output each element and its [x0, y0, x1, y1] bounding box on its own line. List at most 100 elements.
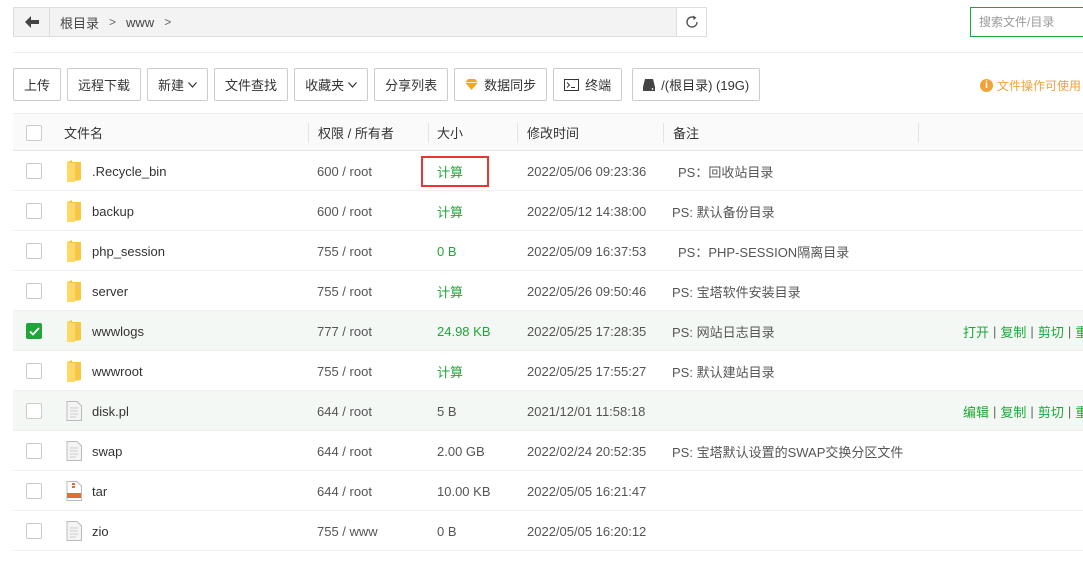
action-separator: | — [1067, 323, 1072, 339]
table-row[interactable]: .Recycle_bin 600 / root 计算 2022/05/06 09:23… — [13, 151, 1083, 191]
file-note[interactable]: PS: 默认建站目录 — [672, 351, 775, 391]
row-action-3[interactable]: 重命名 — [1075, 402, 1083, 421]
file-mtime: 2021/12/01 11:58:18 — [527, 403, 646, 419]
row-actions: 编辑|复制|剪切|重命名 — [963, 391, 1083, 431]
row-checkbox[interactable] — [26, 283, 42, 299]
file-perm[interactable]: 755 / root — [317, 271, 372, 311]
file-mtime: 2022/02/24 20:52:35 — [527, 443, 647, 459]
table-row[interactable]: server 755 / root 计算 2022/05/26 09:50:46 PS:… — [13, 271, 1083, 311]
file-perm[interactable]: 644 / root — [317, 471, 372, 511]
row-action-1[interactable]: 复制 — [1000, 322, 1026, 341]
search-input[interactable] — [970, 7, 1083, 37]
row-select-cell — [26, 271, 42, 311]
row-select-cell — [26, 351, 42, 391]
diamond-icon — [465, 79, 479, 90]
file-note[interactable]: PS: 宝塔软件安装目录 — [672, 271, 801, 311]
file-mtime: 2022/05/12 14:38:00 — [527, 203, 647, 219]
row-select-cell — [26, 231, 42, 271]
file-name[interactable]: php_session — [92, 231, 165, 271]
file-name[interactable]: tar — [92, 471, 107, 511]
row-action-1[interactable]: 复制 — [1000, 402, 1026, 421]
file-mtime: 2022/05/25 17:55:27 — [527, 363, 647, 379]
file-name[interactable]: .Recycle_bin — [92, 151, 166, 191]
chevron-down-icon — [188, 81, 197, 88]
file-search-button[interactable]: 文件查找 — [214, 68, 289, 101]
file-note[interactable]: PS：PHP-SESSION隔离目录 — [678, 231, 849, 271]
table-row[interactable]: tar 644 / root 10.00 KB 2022/05/05 16:21:47 — [13, 471, 1083, 511]
row-checkbox[interactable] — [26, 323, 42, 339]
select-all-cell — [26, 114, 42, 151]
file-size: 5 B — [437, 403, 457, 419]
row-action-2[interactable]: 剪切 — [1038, 402, 1064, 421]
file-perm[interactable]: 755 / www — [317, 511, 378, 551]
table-row[interactable]: php_session 755 / root 0 B 2022/05/09 16:37… — [13, 231, 1083, 271]
file-size[interactable]: 计算 — [437, 271, 463, 311]
file-note[interactable]: PS: 默认备份目录 — [672, 191, 775, 231]
new-dropdown-button[interactable]: 新建 — [147, 68, 209, 101]
file-perm[interactable]: 600 / root — [317, 151, 372, 191]
row-checkbox[interactable] — [26, 403, 42, 419]
file-perm[interactable]: 777 / root — [317, 311, 372, 351]
highlight-box — [421, 156, 489, 187]
crumb-root[interactable]: 根目录 — [58, 13, 101, 32]
file-perm[interactable]: 644 / root — [317, 431, 372, 471]
file-name[interactable]: wwwlogs — [92, 311, 144, 351]
back-button[interactable] — [14, 8, 50, 36]
row-checkbox[interactable] — [26, 163, 42, 179]
file-name[interactable]: backup — [92, 191, 134, 231]
notice-text: 文件操作可使用 — [997, 79, 1082, 93]
file-name[interactable]: swap — [92, 431, 122, 471]
table-row[interactable]: wwwroot 755 / root 计算 2022/05/25 17:55:27 PS… — [13, 351, 1083, 391]
table-row[interactable]: zio 755 / www 0 B 2022/05/05 16:20:12 — [13, 511, 1083, 551]
file-perm[interactable]: 755 / root — [317, 231, 372, 271]
row-action-2[interactable]: 剪切 — [1038, 322, 1064, 341]
row-checkbox[interactable] — [26, 243, 42, 259]
row-checkbox[interactable] — [26, 363, 42, 379]
header-mtime[interactable]: 修改时间 — [527, 114, 579, 151]
file-note[interactable]: PS：回收站目录 — [678, 151, 773, 191]
file-note[interactable]: PS: 网站日志目录 — [672, 311, 775, 351]
file-name[interactable]: server — [92, 271, 128, 311]
file-perm[interactable]: 644 / root — [317, 391, 372, 431]
file-icon — [66, 391, 82, 431]
remote-download-button[interactable]: 远程下载 — [67, 68, 142, 101]
favorites-dropdown-button[interactable]: 收藏夹 — [294, 68, 369, 101]
header-size[interactable]: 大小 — [437, 114, 463, 151]
table-row[interactable]: swap 644 / root 2.00 GB 2022/02/24 20:52:35… — [13, 431, 1083, 471]
header-name[interactable]: 文件名 — [64, 114, 103, 151]
file-name[interactable]: disk.pl — [92, 391, 129, 431]
file-name[interactable]: wwwroot — [92, 351, 143, 391]
file-perm[interactable]: 600 / root — [317, 191, 372, 231]
file-icon — [66, 511, 82, 551]
table-row[interactable]: disk.pl 644 / root 5 B 2021/12/01 11:58:18 编… — [13, 391, 1083, 431]
data-sync-button[interactable]: 数据同步 — [454, 68, 548, 101]
row-checkbox[interactable] — [26, 443, 42, 459]
file-note[interactable]: PS: 宝塔默认设置的SWAP交换分区文件 — [672, 431, 903, 471]
breadcrumb: 根目录 > www > — [50, 13, 676, 32]
notice: i 文件操作可使用 — [980, 77, 1081, 94]
folder-icon — [66, 231, 82, 271]
select-all-checkbox[interactable] — [26, 124, 42, 141]
file-perm[interactable]: 755 / root — [317, 351, 372, 391]
share-list-button[interactable]: 分享列表 — [374, 68, 449, 101]
table-row[interactable]: backup 600 / root 计算 2022/05/12 14:38:00 PS:… — [13, 191, 1083, 231]
row-action-0[interactable]: 编辑 — [963, 402, 989, 421]
header-perm[interactable]: 权限 / 所有者 — [318, 114, 394, 151]
row-checkbox[interactable] — [26, 203, 42, 219]
file-size[interactable]: 计算 — [437, 191, 463, 231]
disk-button[interactable]: /(根目录) (19G) — [632, 68, 761, 101]
terminal-button[interactable]: 终端 — [553, 68, 623, 101]
row-checkbox[interactable] — [26, 523, 42, 539]
file-size[interactable]: 计算 — [437, 351, 463, 391]
upload-button[interactable]: 上传 — [13, 68, 62, 101]
file-mtime: 2022/05/05 16:21:47 — [527, 483, 647, 499]
refresh-button[interactable] — [676, 8, 706, 36]
row-action-3[interactable]: 重命名 — [1075, 322, 1083, 341]
row-action-0[interactable]: 打开 — [963, 322, 989, 341]
table-row[interactable]: wwwlogs 777 / root 24.98 KB 2022/05/25 17:2… — [13, 311, 1083, 351]
file-name[interactable]: zio — [92, 511, 109, 551]
row-checkbox[interactable] — [26, 483, 42, 499]
file-size[interactable]: 24.98 KB — [437, 311, 491, 351]
file-size[interactable]: 0 B — [437, 231, 457, 271]
crumb-www[interactable]: www — [124, 15, 156, 30]
